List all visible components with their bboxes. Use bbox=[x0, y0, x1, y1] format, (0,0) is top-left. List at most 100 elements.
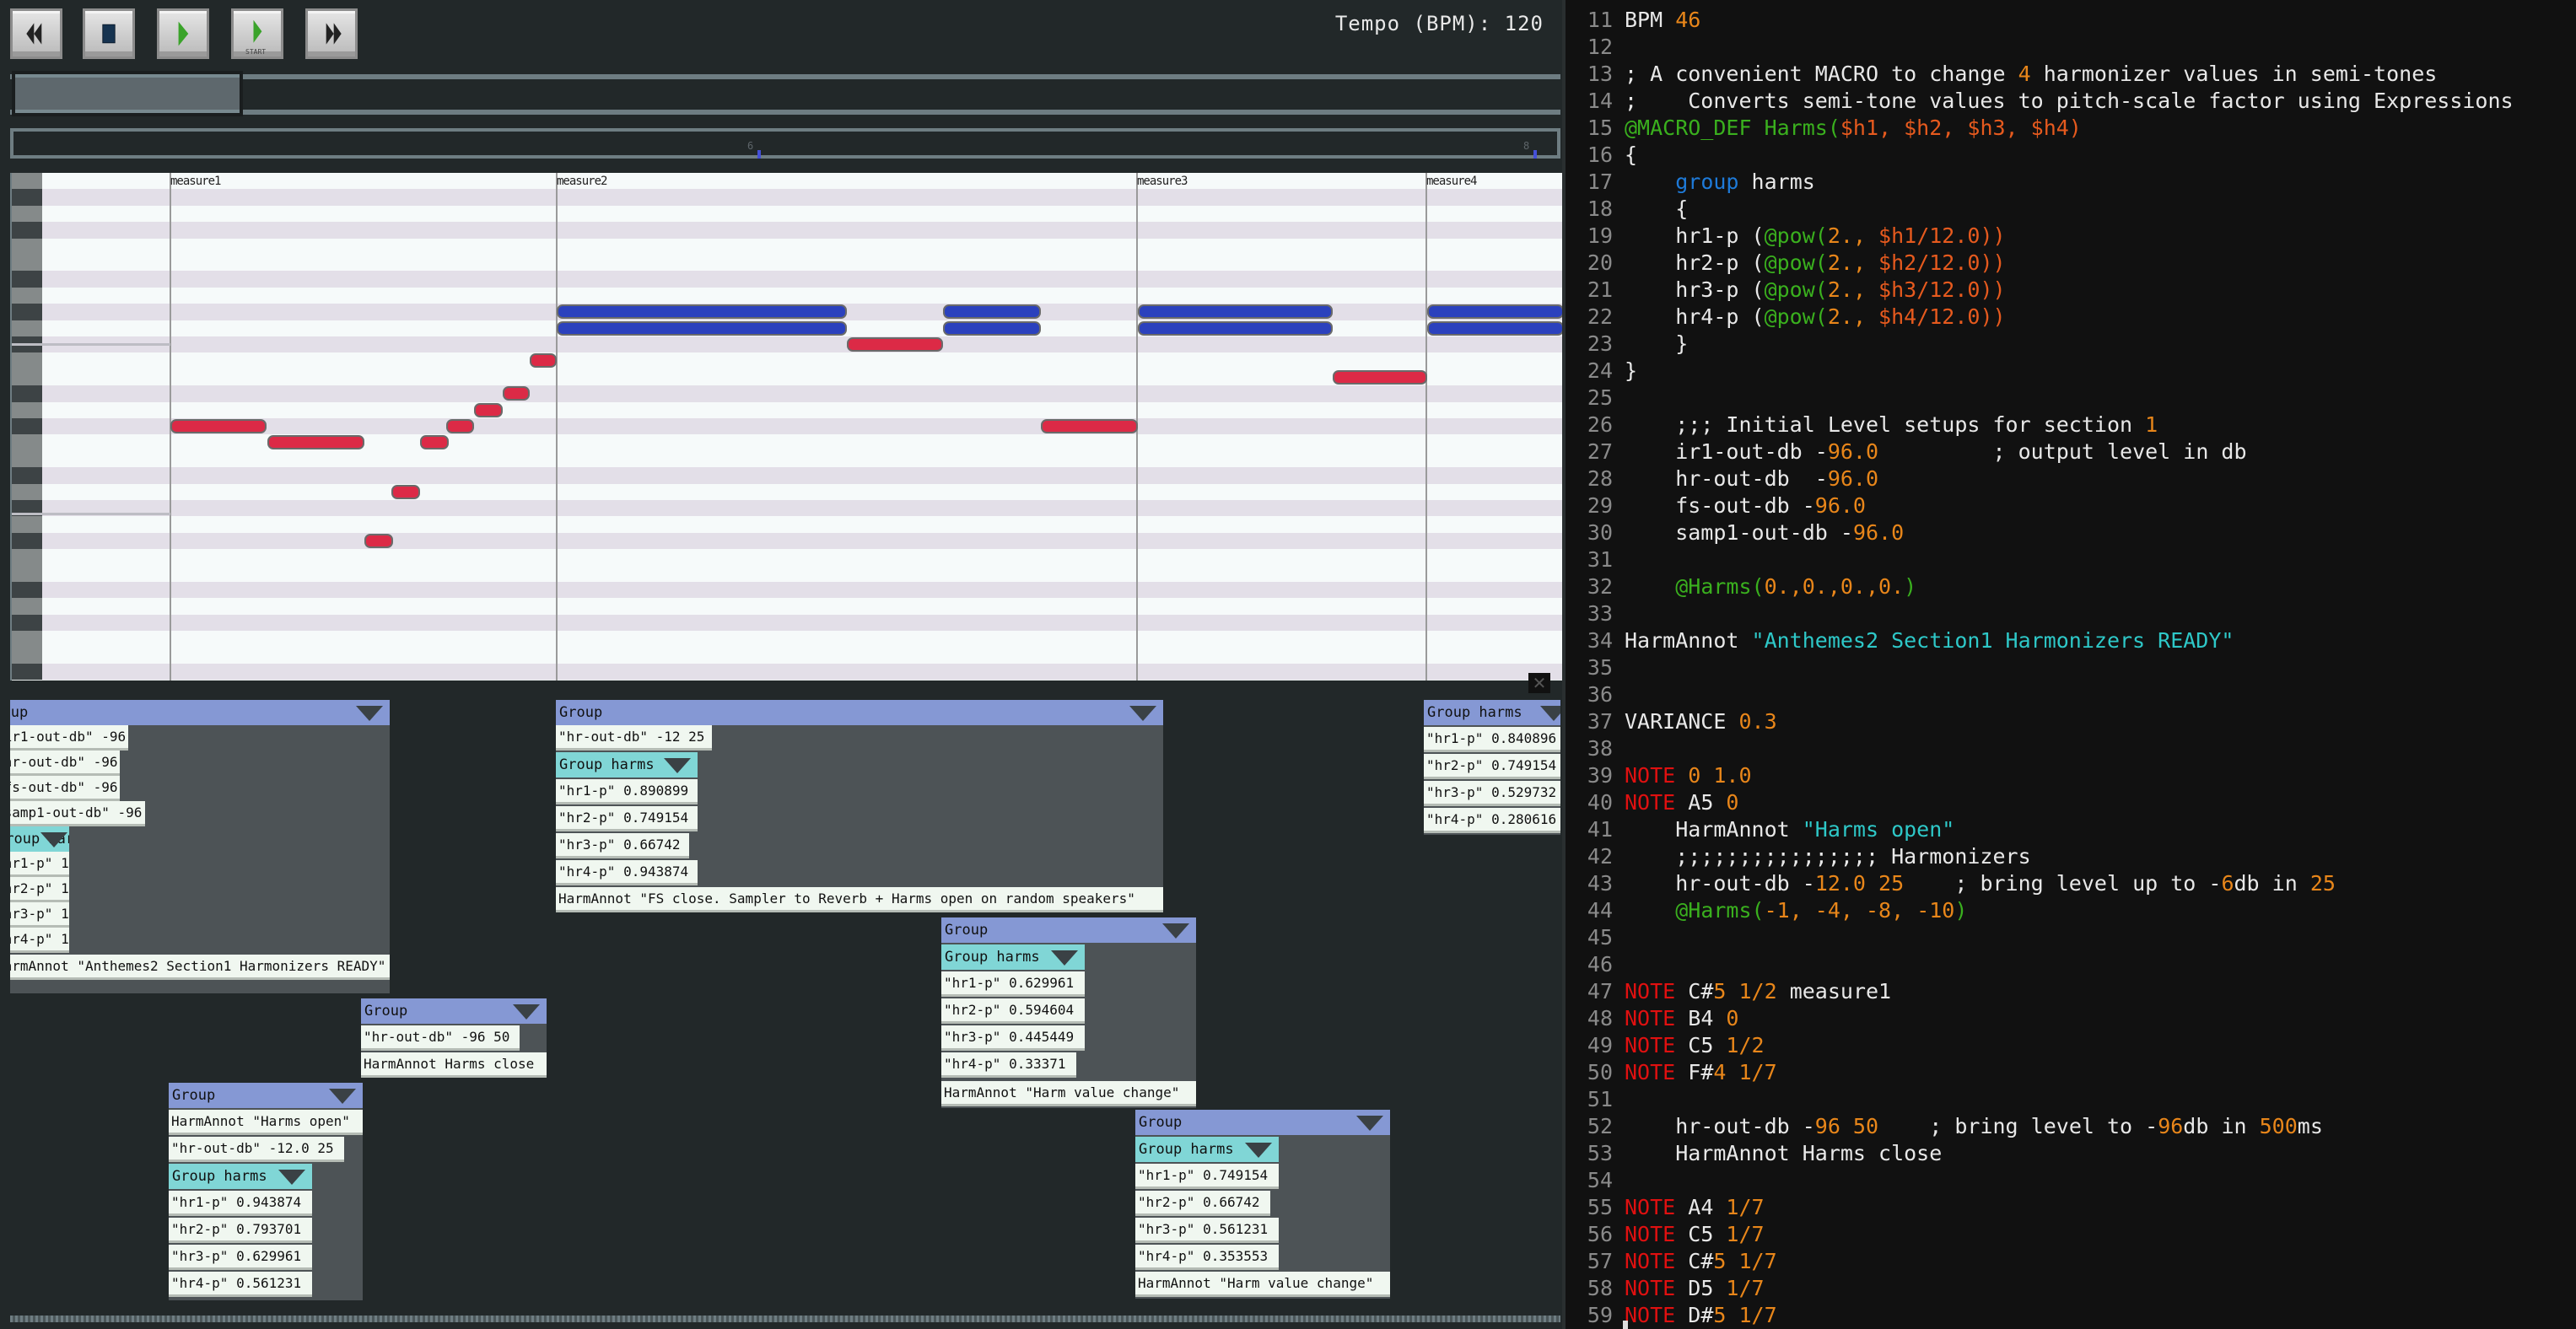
code-line[interactable]: 23 } bbox=[1566, 331, 1688, 358]
black-key[interactable] bbox=[12, 222, 42, 239]
code-line[interactable]: 55 NOTE A4 1/7 bbox=[1566, 1194, 1765, 1221]
action-cell[interactable]: "hr3-p" 0.529732 bbox=[1424, 781, 1560, 806]
collapse-triangle-icon[interactable] bbox=[40, 832, 67, 847]
action-cell[interactable]: "hr2-p" 1 bbox=[10, 877, 69, 902]
code-line[interactable]: 52 hr-out-db -96 50 ; bring level to -96… bbox=[1566, 1113, 2323, 1140]
melody-note[interactable] bbox=[1333, 369, 1427, 385]
harmony-note[interactable] bbox=[943, 320, 1041, 336]
group-header[interactable]: Group bbox=[556, 700, 1163, 725]
timeline-scroll-thumb[interactable] bbox=[12, 71, 243, 116]
action-cell[interactable]: "hr1-p" 0.629961 bbox=[941, 971, 1085, 997]
action-cell[interactable]: "hr2-p" 0.66742 bbox=[1135, 1191, 1270, 1216]
score-editor[interactable]: 11 BPM 46 12 13; A convenient MACRO to chan… bbox=[1562, 0, 2576, 1329]
code-line[interactable]: 16 { bbox=[1566, 142, 1637, 169]
code-line[interactable]: 34 HarmAnnot "Anthemes2 Section1 Harmoniz… bbox=[1566, 627, 2234, 654]
action-cell[interactable]: "hr1-p" 0.840896 bbox=[1424, 727, 1560, 752]
black-key[interactable] bbox=[12, 304, 42, 320]
code-line[interactable]: 35 bbox=[1566, 654, 1625, 681]
stop-button[interactable] bbox=[83, 8, 135, 59]
black-key[interactable] bbox=[12, 532, 42, 550]
action-cell[interactable]: "hr2-p" 0.749154 bbox=[556, 806, 698, 831]
action-cell[interactable]: "hr4-p" 0.561231 bbox=[169, 1272, 312, 1297]
melody-note[interactable] bbox=[530, 353, 557, 369]
code-line[interactable]: 31 bbox=[1566, 546, 1625, 573]
white-key[interactable] bbox=[12, 205, 42, 223]
action-cell[interactable]: "hr-out-db" -96 50 bbox=[361, 1025, 520, 1051]
play-from-start-button[interactable]: START bbox=[231, 8, 283, 59]
subgroup-header[interactable]: Group harms bbox=[556, 752, 698, 777]
collapse-triangle-icon[interactable] bbox=[329, 1089, 356, 1104]
white-key[interactable] bbox=[12, 516, 42, 533]
code-line[interactable]: 51 bbox=[1566, 1086, 1625, 1113]
group-header[interactable]: Group bbox=[361, 998, 547, 1024]
action-cell[interactable]: "hr3-p" 0.629961 bbox=[169, 1245, 312, 1270]
harm-annotation[interactable]: HarmAnnot "Harms open" bbox=[169, 1110, 363, 1135]
action-cell[interactable]: "hr2-p" 0.749154 bbox=[1424, 754, 1560, 779]
action-cell[interactable]: "hr4-p" 0.943874 bbox=[556, 860, 698, 885]
code-line[interactable]: 12 bbox=[1566, 34, 1625, 61]
collapse-triangle-icon[interactable] bbox=[1540, 706, 1560, 721]
collapse-triangle-icon[interactable] bbox=[278, 1170, 305, 1185]
rewind-button[interactable] bbox=[10, 8, 62, 59]
black-key[interactable] bbox=[12, 189, 42, 206]
code-line[interactable]: 24} bbox=[1566, 358, 1637, 385]
collapse-triangle-icon[interactable] bbox=[1129, 706, 1156, 721]
code-line[interactable]: 45 bbox=[1566, 924, 1625, 951]
code-line[interactable]: 58 NOTE D5 1/7 bbox=[1566, 1275, 1765, 1302]
piano-roll[interactable]: measure1 measure2 measure3 measure4 bbox=[10, 173, 1562, 681]
action-cell[interactable]: "samp1-out-db" -96. bbox=[10, 801, 145, 826]
code-line[interactable]: 47 NOTE C#5 1/2 measure1 bbox=[1566, 978, 1891, 1005]
action-cell[interactable]: "hr4-p" 0.33371 bbox=[941, 1052, 1076, 1078]
action-cell[interactable]: "hr-out-db" -96. bbox=[10, 751, 120, 776]
collapse-triangle-icon[interactable] bbox=[1356, 1116, 1383, 1131]
melody-note[interactable] bbox=[364, 533, 393, 548]
melody-note[interactable] bbox=[1041, 419, 1138, 433]
code-line[interactable]: 37 VARIANCE 0.3 bbox=[1566, 708, 1777, 735]
action-cell[interactable]: "hr2-p" 0.793701 bbox=[169, 1218, 312, 1243]
black-key[interactable] bbox=[12, 664, 42, 681]
code-line[interactable]: 42 ;;;;;;;;;;;;;;;; Harmonizers bbox=[1566, 843, 2031, 870]
loop-region[interactable] bbox=[12, 343, 170, 515]
harm-annotation[interactable]: HarmAnnot "Harm value change" bbox=[1135, 1272, 1390, 1297]
white-key[interactable] bbox=[12, 631, 42, 648]
group-box[interactable]: Group Group harms "hr1-p" 0.629961 "hr2-… bbox=[941, 917, 1196, 1108]
collapse-triangle-icon[interactable] bbox=[1051, 950, 1078, 966]
action-cell[interactable]: "ir1-out-db" -96. bbox=[10, 725, 128, 751]
action-cell[interactable]: "hr3-p" 0.445449 bbox=[941, 1025, 1085, 1051]
melody-note[interactable] bbox=[420, 435, 449, 450]
melody-note[interactable] bbox=[267, 435, 364, 450]
code-line[interactable]: 33 bbox=[1566, 600, 1625, 627]
code-line[interactable]: 29 fs-out-db -96.0 bbox=[1566, 492, 1866, 519]
group-box[interactable]: Group "hr-out-db" -12 25 Group harms "hr… bbox=[556, 700, 1163, 912]
harmony-note[interactable] bbox=[1427, 304, 1562, 320]
harmony-note[interactable] bbox=[1427, 320, 1562, 336]
action-cell[interactable]: "hr1-p" 0.943874 bbox=[169, 1191, 312, 1216]
group-header[interactable]: Group bbox=[1135, 1110, 1390, 1135]
harm-annotation[interactable]: HarmAnnot "Anthemes2 Section1 Harmonizer… bbox=[10, 955, 390, 980]
code-line[interactable]: 27 ir1-out-db -96.0 ; output level in db bbox=[1566, 439, 2247, 465]
collapse-triangle-icon[interactable] bbox=[356, 706, 383, 721]
group-header[interactable]: Group bbox=[941, 917, 1196, 943]
code-line[interactable]: 30 samp1-out-db -96.0 bbox=[1566, 519, 1904, 546]
code-line[interactable]: 22 hr4-p (@pow(2., $h4/12.0)) bbox=[1566, 304, 2006, 331]
subgroup-header[interactable]: Group harms bbox=[1135, 1137, 1279, 1162]
collapse-triangle-icon[interactable] bbox=[1162, 923, 1189, 939]
harm-annotation[interactable]: HarmAnnot "Harm value change" bbox=[941, 1081, 1196, 1106]
code-line[interactable]: 53 HarmAnnot Harms close bbox=[1566, 1140, 1942, 1167]
white-key[interactable] bbox=[12, 647, 42, 664]
code-line[interactable]: 26 ;;; Initial Level setups for section … bbox=[1566, 412, 2158, 439]
melody-note[interactable] bbox=[847, 337, 943, 352]
code-line[interactable]: 48 NOTE B4 0 bbox=[1566, 1005, 1739, 1032]
code-line[interactable]: 11 BPM 46 bbox=[1566, 7, 1700, 34]
melody-note[interactable] bbox=[391, 484, 420, 499]
group-box[interactable]: Group "ir1-out-db" -96. "hr-out-db" -96.… bbox=[10, 700, 390, 993]
code-line[interactable]: 49 NOTE C5 1/2 bbox=[1566, 1032, 1765, 1059]
code-line[interactable]: 18 { bbox=[1566, 196, 1688, 223]
code-line[interactable]: 25 bbox=[1566, 385, 1625, 412]
group-header[interactable]: Group bbox=[10, 700, 390, 725]
action-cell[interactable]: "hr2-p" 0.594604 bbox=[941, 998, 1085, 1024]
collapse-triangle-icon[interactable] bbox=[1245, 1143, 1272, 1158]
group-header[interactable]: Group bbox=[169, 1083, 363, 1108]
group-header[interactable]: Group harms bbox=[1424, 700, 1560, 725]
code-line[interactable]: 57 NOTE C#5 1/7 bbox=[1566, 1248, 1777, 1275]
